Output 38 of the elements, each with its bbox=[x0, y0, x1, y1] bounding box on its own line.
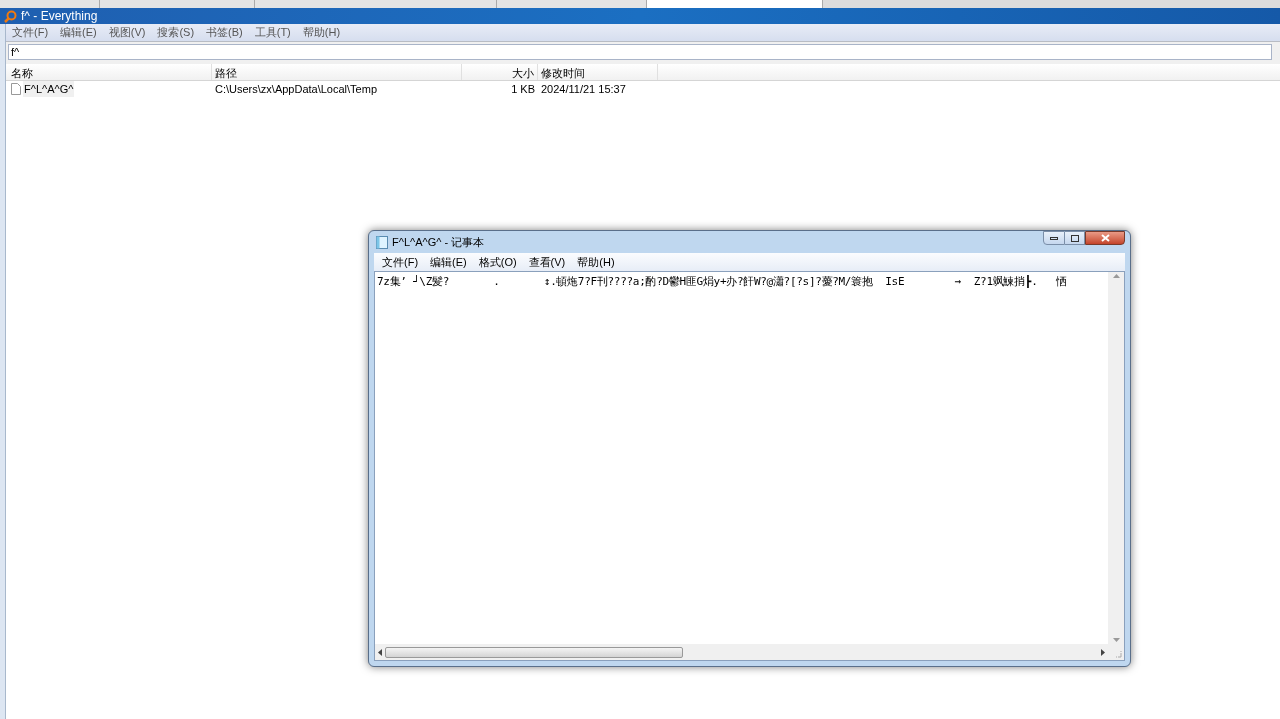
menu-item[interactable]: 书签(B) bbox=[200, 24, 249, 41]
window-title: f^ - Everything bbox=[21, 8, 98, 25]
table-cell-text: 2024/11/21 15:37 bbox=[540, 81, 627, 97]
table-cell-text: 1 KB bbox=[510, 81, 536, 97]
horizontal-scrollbar[interactable] bbox=[375, 644, 1108, 660]
column-header[interactable]: 名称 bbox=[8, 63, 212, 80]
menu-item[interactable]: 文件(F) bbox=[376, 253, 425, 271]
column-header[interactable]: 大小 bbox=[462, 63, 538, 80]
size-grip-icon[interactable] bbox=[1114, 650, 1122, 658]
table-cell-text: C:\Users\zx\AppData\Local\Temp bbox=[214, 81, 378, 97]
scroll-down-icon[interactable] bbox=[1112, 638, 1120, 642]
window-title: F^L^A^G^ - 记事本 bbox=[392, 234, 485, 250]
scroll-right-icon[interactable] bbox=[1101, 648, 1105, 656]
menu-item[interactable]: 查看(V) bbox=[522, 253, 572, 271]
close-button[interactable] bbox=[1085, 231, 1125, 245]
vertical-scrollbar[interactable] bbox=[1108, 272, 1124, 644]
menu-item[interactable]: 视图(V) bbox=[102, 24, 152, 41]
notepad-icon bbox=[376, 235, 388, 249]
minimize-button[interactable] bbox=[1043, 231, 1065, 245]
scroll-left-icon[interactable] bbox=[378, 648, 382, 656]
menu-item[interactable]: 搜索(S) bbox=[151, 24, 201, 41]
scrollbar-thumb[interactable] bbox=[385, 646, 683, 658]
menu-item[interactable]: 帮助(H) bbox=[296, 24, 347, 41]
scroll-up-icon[interactable] bbox=[1112, 274, 1120, 278]
search-field[interactable]: f^ bbox=[8, 44, 1272, 61]
column-header[interactable]: 路径 bbox=[212, 63, 462, 80]
column-header[interactable]: 修改时间 bbox=[538, 63, 658, 80]
menu-item[interactable]: 编辑(E) bbox=[54, 24, 103, 41]
menu-item[interactable]: 格式(O) bbox=[472, 253, 523, 271]
document-text: 7z集’ ┘\Z髪? . ↕.頓炧7?F刊????a;酌?D鬱H匪G焆y+办?飦W?@瀟?[?s]?薆?M/簑抱 IsE → Z?1飒鰊捎┣. 恓 bbox=[377, 275, 1068, 288]
menu-item[interactable]: 文件(F) bbox=[6, 24, 55, 41]
close-icon bbox=[1100, 234, 1110, 242]
search-icon bbox=[4, 9, 17, 23]
maximize-button[interactable] bbox=[1065, 231, 1085, 245]
menu-item[interactable]: 帮助(H) bbox=[571, 253, 621, 271]
file-icon bbox=[11, 83, 21, 95]
menu-item[interactable]: 工具(T) bbox=[248, 24, 297, 41]
menu-item[interactable]: 编辑(E) bbox=[424, 253, 473, 271]
